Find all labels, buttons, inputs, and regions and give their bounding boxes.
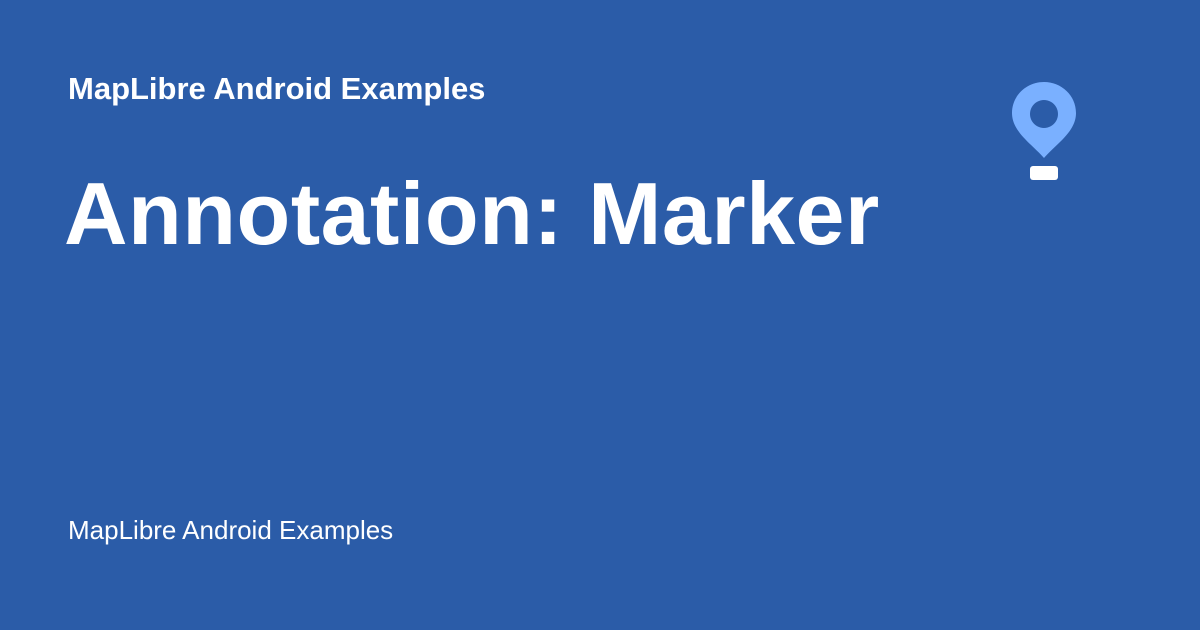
- page-title: Annotation: Marker: [64, 164, 880, 263]
- footer-site-name: MapLibre Android Examples: [68, 515, 394, 545]
- map-marker-icon: [1012, 82, 1076, 180]
- marker-pin-shape: [1012, 82, 1076, 158]
- social-card: MapLibre Android Examples Annotation: Ma…: [0, 0, 1200, 630]
- marker-base-shape: [1030, 166, 1058, 180]
- site-title: MapLibre Android Examples: [68, 71, 486, 106]
